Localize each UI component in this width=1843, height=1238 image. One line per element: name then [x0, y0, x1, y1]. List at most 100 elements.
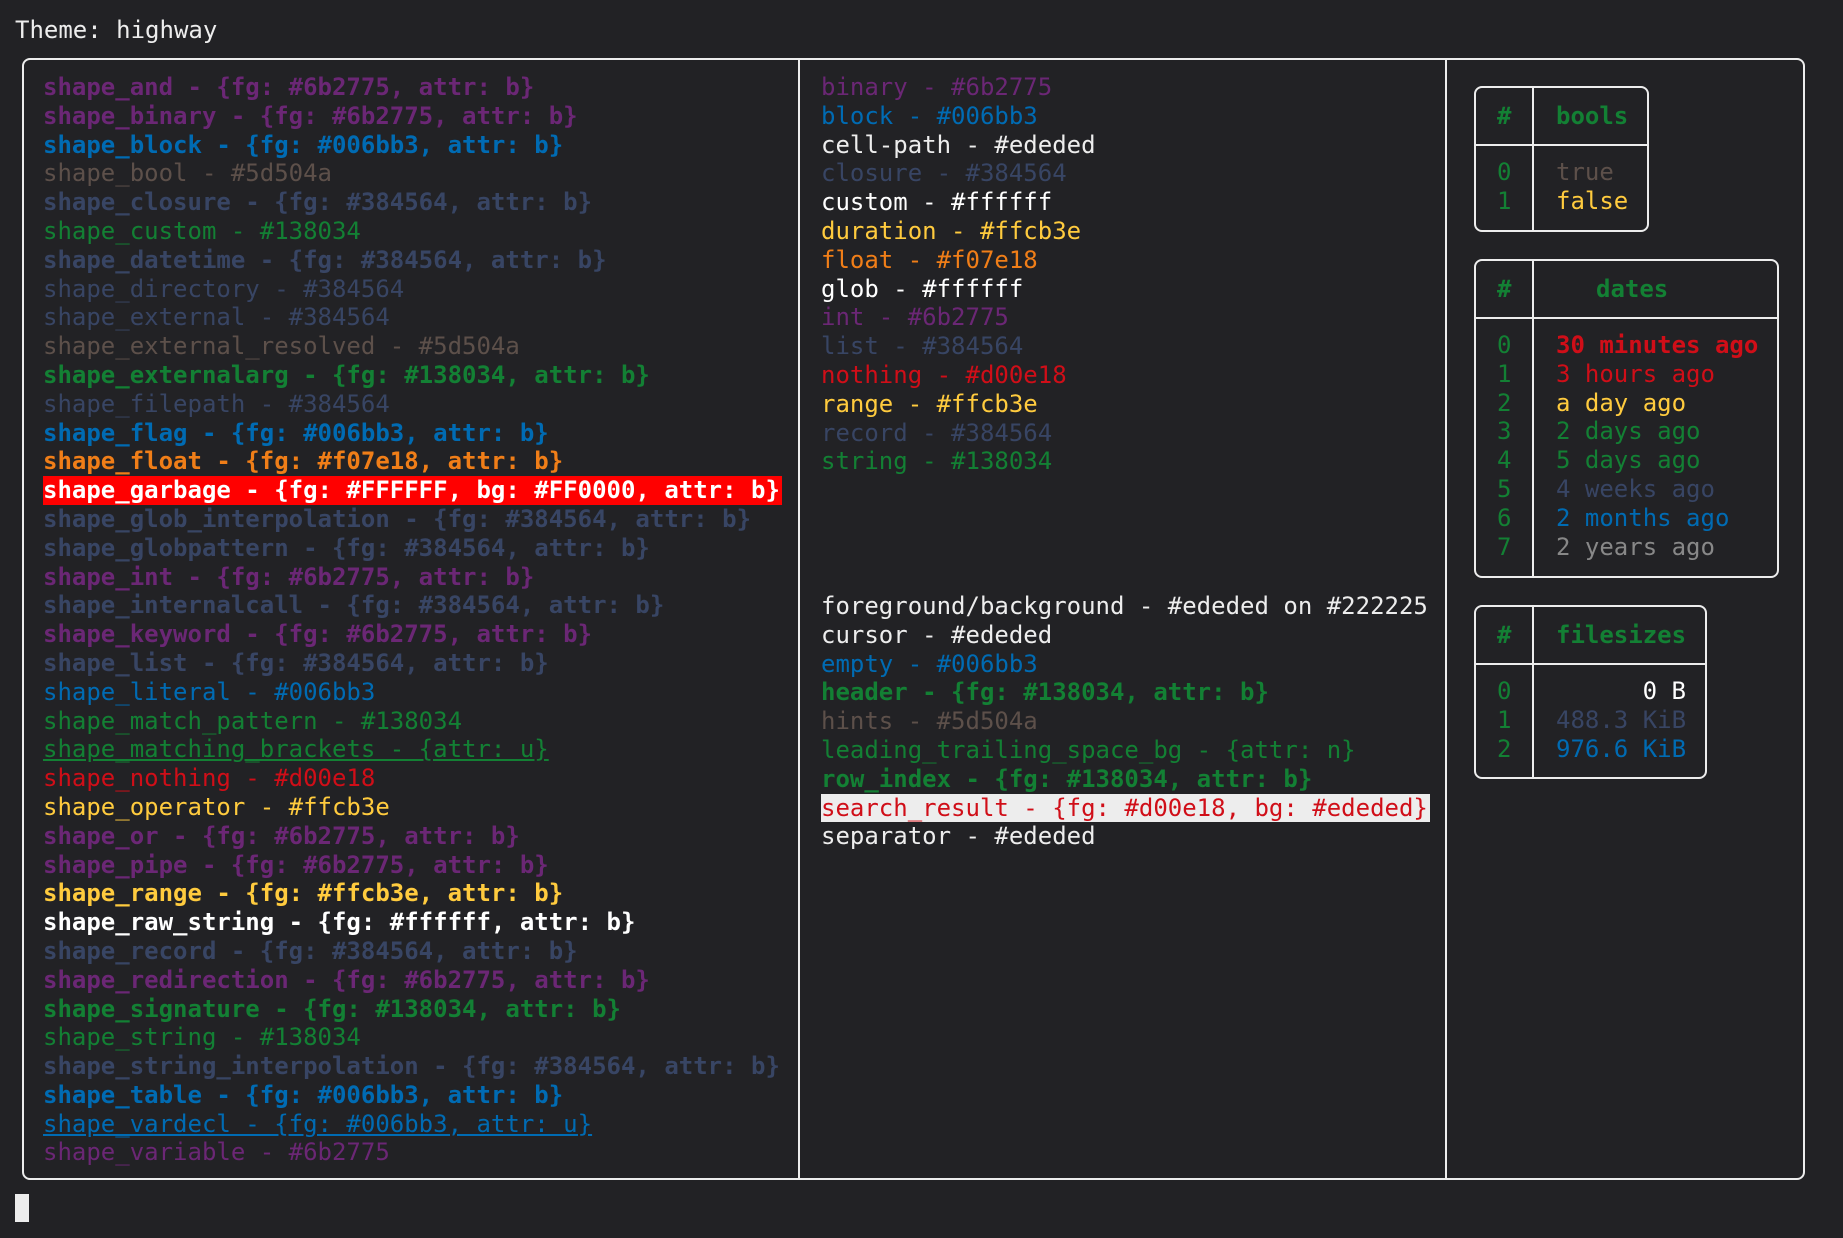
shape-color-entry: shape_block - {fg: #006bb3, attr: b}	[43, 130, 564, 159]
type-color-entry: block - #006bb3	[821, 101, 1038, 130]
shape-color-entry: shape_record - {fg: #384564, attr: b}	[43, 936, 578, 965]
shape-color-entry: shape_variable - #6b2775	[43, 1138, 390, 1167]
table-column-separator	[1532, 88, 1534, 230]
table-column-separator	[1532, 607, 1534, 777]
shape-color-entry: shape_globpattern - {fg: #384564, attr: …	[43, 533, 650, 562]
shape-color-entry: shape_directory - #384564	[43, 274, 405, 303]
ui-color-entry: separator - #ededed	[821, 822, 1096, 851]
row-index: 6	[1497, 503, 1512, 532]
ui-color-entry: leading_trailing_space_bg - {attr: n}	[821, 735, 1356, 764]
filesizes-value: 488.3 KiB	[1556, 705, 1687, 734]
shape-color-entry: shape_datetime - {fg: #384564, attr: b}	[43, 245, 607, 274]
type-color-entry: record - #384564	[821, 418, 1053, 447]
ui-color-entry: hints - #5d504a	[821, 707, 1038, 736]
shape-color-entry: shape_externalarg - {fg: #138034, attr: …	[43, 360, 650, 389]
index-header: #	[1497, 621, 1512, 649]
shape-color-entry: shape_list - {fg: #384564, attr: b}	[43, 648, 549, 677]
row-index: 0	[1497, 331, 1512, 359]
shape-color-entry: shape_raw_string - {fg: #ffffff, attr: b…	[43, 908, 636, 937]
type-color-entry: cell-path - #ededed	[821, 130, 1096, 159]
type-color-entry: glob - #ffffff	[821, 274, 1024, 303]
type-color-entry: string - #138034	[821, 447, 1053, 476]
column-divider	[1445, 58, 1447, 1180]
column-divider	[798, 58, 800, 1180]
shape-color-entry: shape_signature - {fg: #138034, attr: b}	[43, 994, 621, 1023]
bools-value: false	[1556, 186, 1629, 215]
shape-color-entry: shape_keyword - {fg: #6b2775, attr: b}	[43, 620, 593, 649]
filesizes-table: # filesizes 0 0 B 1 488.3 KiB 2 976.6 KiB	[1474, 605, 1707, 779]
dates-value: 2 months ago	[1556, 503, 1730, 532]
index-header: #	[1497, 102, 1512, 130]
row-index: 1	[1497, 359, 1512, 388]
type-color-list: binary - #6b2775 block - #006bb3 cell-path…	[821, 73, 1096, 476]
row-index: 5	[1497, 475, 1512, 503]
shape-color-entry: shape_pipe - {fg: #6b2775, attr: b}	[43, 850, 549, 879]
shape-color-entry: shape_float - {fg: #f07e18, attr: b}	[43, 447, 564, 476]
row-index: 2	[1497, 388, 1512, 417]
shape-color-entry: shape_range - {fg: #ffcb3e, attr: b}	[43, 879, 564, 908]
shape-color-entry: shape_external - #384564	[43, 303, 390, 332]
ui-color-entry: foreground/background - #ededed on #2222…	[821, 592, 1428, 620]
dates-value: 2 years ago	[1556, 532, 1715, 561]
dates-value: 2 days ago	[1556, 417, 1701, 446]
shape-color-entry: shape_int - {fg: #6b2775, attr: b}	[43, 562, 535, 591]
ui-color-entry: cursor - #ededed	[821, 620, 1053, 649]
ui-color-entry: search_result - {fg: #d00e18, bg: #edede…	[821, 793, 1430, 823]
bools-table: # bools 0 true 1 false	[1474, 86, 1649, 232]
shape-color-entry: shape_bool - #5d504a	[43, 159, 332, 188]
row-index: 4	[1497, 446, 1512, 475]
type-color-entry: list - #384564	[821, 332, 1024, 361]
dates-value: 4 weeks ago	[1556, 475, 1715, 503]
shape-color-entry: shape_table - {fg: #006bb3, attr: b}	[43, 1080, 564, 1109]
shape-color-entry: shape_nothing - #d00e18	[43, 764, 376, 793]
shape-color-entry: shape_literal - #006bb3	[43, 677, 376, 706]
shape-color-entry: shape_and - {fg: #6b2775, attr: b}	[43, 73, 535, 101]
type-color-entry: range - #ffcb3e	[821, 389, 1038, 418]
table-header-separator	[1476, 317, 1777, 319]
shape-color-entry: shape_flag - {fg: #006bb3, attr: b}	[43, 418, 549, 447]
row-index: 0	[1497, 677, 1512, 705]
table-header-separator	[1476, 663, 1705, 665]
row-index: 1	[1497, 186, 1512, 215]
ui-color-entry: header - {fg: #138034, attr: b}	[821, 678, 1269, 707]
filesizes-header: filesizes	[1556, 621, 1687, 649]
ui-color-list: foreground/background - #ededed on #2222…	[821, 592, 1430, 851]
filesizes-value: 0 B	[1642, 677, 1686, 705]
row-index: 7	[1497, 532, 1512, 561]
shape-color-entry: shape_garbage - {fg: #FFFFFF, bg: #FF000…	[43, 476, 782, 505]
shape-color-entry: shape_vardecl - {fg: #006bb3, attr: u}	[43, 1109, 593, 1138]
shape-color-entry: shape_matching_brackets - {attr: u}	[43, 735, 549, 764]
shape-color-list: shape_and - {fg: #6b2775, attr: b} shape_…	[43, 73, 782, 1167]
row-index: 0	[1497, 158, 1512, 186]
shape-color-entry: shape_glob_interpolation - {fg: #384564,…	[43, 504, 752, 533]
shape-color-entry: shape_closure - {fg: #384564, attr: b}	[43, 188, 593, 217]
dates-value: 30 minutes ago	[1556, 331, 1759, 359]
type-color-entry: binary - #6b2775	[821, 73, 1053, 101]
dates-value: a day ago	[1556, 388, 1687, 417]
type-color-entry: duration - #ffcb3e	[821, 216, 1082, 245]
row-index: 3	[1497, 417, 1512, 446]
type-color-entry: int - #6b2775	[821, 303, 1009, 332]
type-color-entry: custom - #ffffff	[821, 188, 1053, 217]
shape-color-entry: shape_filepath - #384564	[43, 389, 390, 418]
dates-value: 3 hours ago	[1556, 359, 1715, 388]
shape-color-entry: shape_internalcall - {fg: #384564, attr:…	[43, 591, 665, 620]
type-color-entry: closure - #384564	[821, 159, 1067, 188]
type-color-entry: nothing - #d00e18	[821, 360, 1067, 389]
table-header-separator	[1476, 144, 1647, 146]
shape-color-entry: shape_redirection - {fg: #6b2775, attr: …	[43, 965, 650, 994]
terminal-cursor	[15, 1194, 29, 1222]
ui-color-entry: row_index - {fg: #138034, attr: b}	[821, 764, 1313, 793]
shape-color-entry: shape_custom - #138034	[43, 216, 361, 245]
theme-title: Theme: highway	[15, 16, 218, 44]
bools-value: true	[1556, 158, 1614, 186]
row-index: 1	[1497, 705, 1512, 734]
shape-color-entry: shape_string_interpolation - {fg: #38456…	[43, 1052, 780, 1081]
ui-color-entry: empty - #006bb3	[821, 649, 1038, 678]
shape-color-entry: shape_operator - #ffcb3e	[43, 792, 390, 821]
shape-color-entry: shape_string - #138034	[43, 1023, 361, 1052]
row-index: 2	[1497, 734, 1512, 763]
shape-color-entry: shape_match_pattern - #138034	[43, 706, 463, 735]
table-column-separator	[1532, 261, 1534, 576]
dates-value: 5 days ago	[1556, 446, 1701, 475]
